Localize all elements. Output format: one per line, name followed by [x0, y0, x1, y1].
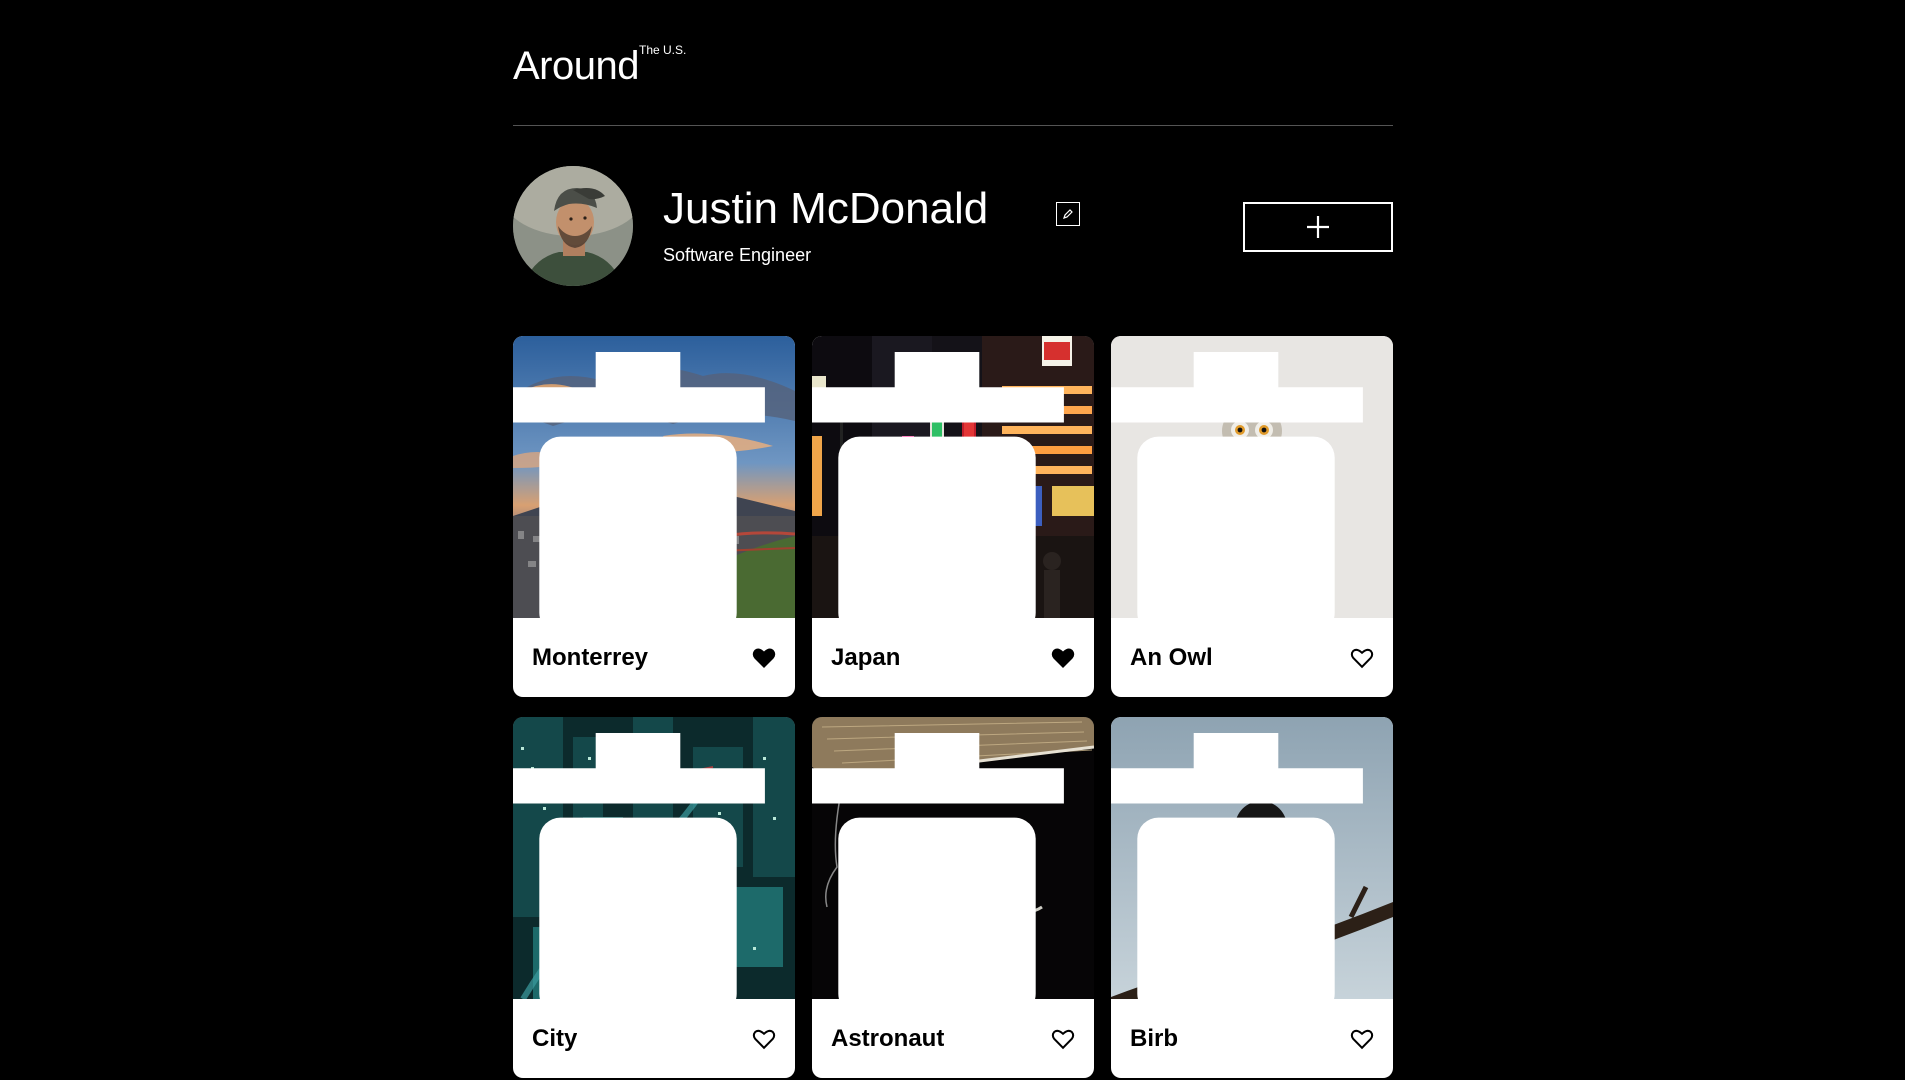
logo-superscript: The U.S. [639, 43, 687, 57]
place-card: An Owl [1111, 336, 1393, 697]
card-title: Birb [1130, 1024, 1178, 1052]
profile: Justin McDonald Software Engineer [513, 126, 1393, 336]
add-place-button[interactable] [1243, 202, 1393, 252]
place-image-birb[interactable] [1111, 717, 1393, 999]
content-wrapper: Around The U.S. Justin McDonald Software… [513, 0, 1393, 1078]
card-title: An Owl [1130, 643, 1213, 671]
trash-icon[interactable] [812, 733, 1078, 999]
logo[interactable]: Around [513, 41, 639, 91]
trash-icon[interactable] [1111, 733, 1377, 999]
place-card: Astronaut [812, 717, 1094, 1078]
card-footer: Monterrey [513, 618, 795, 697]
heart-outline-icon[interactable] [1350, 1028, 1374, 1050]
card-footer: Birb [1111, 999, 1393, 1078]
place-card: Monterrey [513, 336, 795, 697]
place-image-astronaut[interactable] [812, 717, 1094, 999]
trash-icon[interactable] [812, 352, 1078, 618]
card-title: Monterrey [532, 643, 649, 671]
place-card: Japan [812, 336, 1094, 697]
avatar-image [513, 166, 633, 286]
place-image-owl[interactable] [1111, 336, 1393, 618]
card-footer: Astronaut [812, 999, 1094, 1078]
card-title: Japan [831, 643, 901, 671]
heart-outline-icon[interactable] [752, 1028, 776, 1050]
trash-icon[interactable] [1111, 352, 1377, 618]
site-header: Around The U.S. [513, 0, 1393, 126]
edit-profile-button[interactable] [1056, 202, 1080, 226]
place-card: Birb [1111, 717, 1393, 1078]
heart-filled-icon[interactable] [752, 647, 776, 669]
pencil-icon [1063, 209, 1073, 219]
heart-filled-icon[interactable] [1051, 647, 1075, 669]
heart-outline-icon[interactable] [1350, 647, 1374, 669]
profile-name: Justin McDonald [663, 184, 989, 233]
place-image-city[interactable] [513, 717, 795, 999]
card-footer: Japan [812, 618, 1094, 697]
place-card: City [513, 717, 795, 1078]
avatar[interactable] [513, 166, 633, 286]
card-title: City [532, 1024, 578, 1052]
plus-icon [1307, 216, 1329, 238]
heart-outline-icon[interactable] [1051, 1028, 1075, 1050]
profile-job: Software Engineer [663, 245, 812, 265]
place-image-japan[interactable] [812, 336, 1094, 618]
trash-icon[interactable] [513, 352, 779, 618]
card-footer: An Owl [1111, 618, 1393, 697]
page: Around The U.S. Justin McDonald Software… [0, 0, 1905, 1080]
places-grid: Monterrey Japan An Owl City Astronaut Bi… [513, 336, 1393, 1078]
trash-icon[interactable] [513, 733, 779, 999]
card-footer: City [513, 999, 795, 1078]
place-image-monterrey[interactable] [513, 336, 795, 618]
card-title: Astronaut [831, 1024, 945, 1052]
